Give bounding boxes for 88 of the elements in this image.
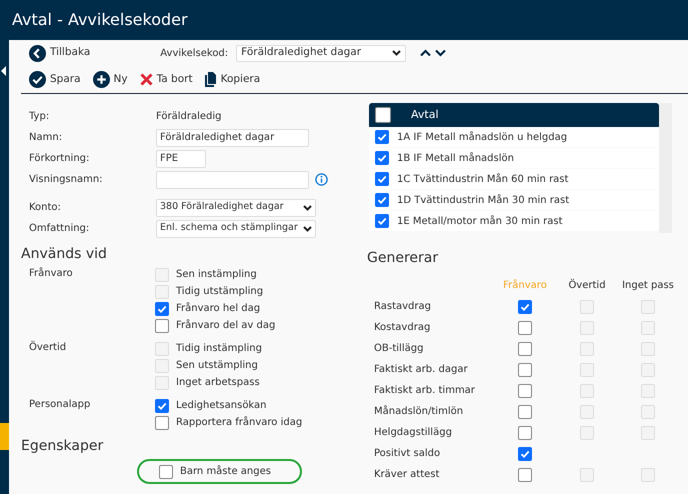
dropdown[interactable]: 380 Förälraledighet dagar (156, 198, 316, 216)
checkbox[interactable] (518, 300, 532, 314)
group-label: Övertid (28, 340, 68, 356)
code-label: Avvikelsekod: (160, 46, 228, 60)
checkbox[interactable] (155, 416, 169, 430)
list-item[interactable]: 1D Tvättindustrin Mån 30 min rast (369, 190, 659, 210)
checkbox[interactable] (518, 362, 532, 377)
input-field[interactable]: Föräldraledighet dagar (156, 128, 309, 146)
row-label: Månadslön/timlön (373, 404, 464, 420)
row-label: Kräver attest (373, 468, 440, 482)
field-label: Typ: (28, 110, 50, 123)
row-label: Kostavdrag (373, 321, 432, 336)
row-label: Helgdagstillägg (373, 426, 453, 440)
list-item[interactable]: 1A IF Metall månadslön u helgdag (369, 127, 659, 147)
row-label: Positivt saldo (373, 447, 442, 462)
sidebar-indicator (0, 423, 9, 450)
copy-button[interactable]: Kopiera (204, 72, 260, 87)
column-header: Inget pass (621, 279, 675, 294)
field-label: Namn: (28, 131, 64, 144)
new-button[interactable]: Ny (92, 71, 128, 88)
list-item[interactable]: 1C Tvättindustrin Mån 60 min rast (369, 169, 659, 189)
checkbox[interactable] (375, 172, 389, 186)
checkbox[interactable] (155, 302, 169, 316)
option-label: Sen utstämpling (176, 359, 258, 372)
option-label: Tidig instämpling (176, 342, 262, 356)
option-label: Tidig utstämpling (176, 285, 264, 298)
column-header: Frånvaro (502, 278, 548, 294)
checkbox[interactable] (518, 342, 532, 356)
option-label: Inget arbetspass (176, 376, 260, 390)
dropdown[interactable]: Enl. schema och stämplingar (156, 220, 316, 238)
checkbox[interactable] (518, 468, 532, 482)
input-field[interactable] (156, 170, 309, 188)
field-label: Visningsnamn: (28, 173, 104, 186)
back-button[interactable]: Tillbaka (29, 44, 90, 62)
checkbox[interactable] (518, 320, 532, 335)
delete-button[interactable]: Ta bort (140, 72, 193, 86)
field-label: Omfattning: (28, 222, 90, 235)
field-value: Föräldraledig (156, 110, 222, 123)
row-label: Faktiskt arb. timmar (373, 384, 476, 398)
checkbox[interactable] (518, 404, 532, 419)
option-label: Rapportera frånvaro idag (176, 416, 302, 430)
checkbox[interactable] (155, 318, 169, 333)
checkbox[interactable] (159, 464, 173, 479)
section-heading: Egenskaper (21, 437, 104, 456)
section-heading: Genererar (367, 249, 440, 268)
chevron-down-icon (392, 50, 402, 56)
copy-icon (204, 72, 217, 87)
field-label: Konto: (28, 201, 62, 214)
chevron-down-icon (303, 226, 312, 232)
section-heading: Används vid (21, 245, 108, 264)
down-icon[interactable] (435, 49, 446, 57)
row-label: Faktiskt arb. dagar (373, 363, 469, 378)
info-icon[interactable] (315, 173, 328, 186)
code-dropdown[interactable]: Föräldraledighet dagar (236, 44, 406, 62)
list-item[interactable]: 1E Metall/motor mån 30 min rast (369, 211, 659, 231)
checkbox[interactable] (375, 193, 389, 207)
group-label: Frånvaro (28, 266, 74, 282)
up-icon[interactable] (420, 49, 432, 57)
window-title: Avtal - Avvikelsekoder (0, 0, 688, 40)
option-label: Frånvaro del av dag (176, 319, 276, 332)
checkbox[interactable] (155, 398, 169, 413)
plus-circle-icon (92, 71, 110, 88)
column-header: Avtal (411, 108, 438, 122)
checkbox[interactable] (518, 426, 532, 440)
row-label: OB-tillägg (373, 342, 424, 356)
option-label: Barn måste anges (180, 465, 271, 478)
input-field[interactable]: FPE (156, 150, 206, 168)
chevron-down-icon (303, 204, 312, 210)
option-label: Frånvaro hel dag (176, 302, 260, 316)
option-label: Sen instämpling (176, 268, 257, 282)
checkbox[interactable] (518, 384, 532, 398)
column-header: Övertid (567, 278, 607, 294)
field-label: Förkortning: (28, 152, 90, 165)
close-icon (140, 72, 153, 86)
checkbox[interactable] (375, 107, 391, 123)
row-label: Rastavdrag (373, 300, 432, 314)
list-item[interactable]: 1B IF Metall månadslön (369, 148, 659, 168)
checkbox[interactable] (375, 130, 389, 144)
group-label: Personalapp (28, 398, 92, 412)
checkbox[interactable] (375, 214, 389, 228)
back-icon (29, 44, 46, 62)
scrollbar[interactable] (659, 103, 672, 233)
save-button[interactable]: Spara (29, 71, 81, 88)
check-circle-icon (29, 71, 46, 88)
caret-icon[interactable] (1, 66, 7, 76)
checkbox[interactable] (375, 151, 389, 165)
option-label: Ledighetsansökan (176, 399, 267, 412)
checkbox[interactable] (518, 446, 532, 461)
